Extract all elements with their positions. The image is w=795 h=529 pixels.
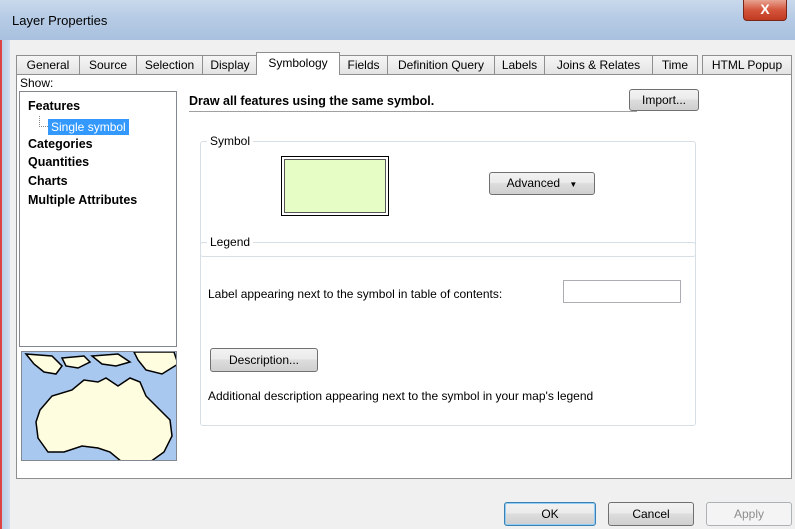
tree-item-categories[interactable]: Categories xyxy=(28,137,93,151)
tab-symbology[interactable]: Symbology xyxy=(256,52,340,75)
symbol-fill xyxy=(284,159,386,213)
tab-time[interactable]: Time xyxy=(652,55,698,74)
description-row: Draw all features using the same symbol. xyxy=(189,94,637,112)
close-button[interactable]: X xyxy=(743,0,787,21)
australia-map-icon xyxy=(22,352,176,460)
symbology-panel: Show: Features Single symbol Categories … xyxy=(16,74,792,479)
button-bar: OK Cancel Apply xyxy=(10,482,795,529)
dropdown-arrow-icon: ▼ xyxy=(569,180,578,189)
advanced-label: Advanced xyxy=(506,176,561,190)
label-field[interactable] xyxy=(563,280,681,303)
show-tree[interactable]: Features Single symbol Categories Quanti… xyxy=(19,91,177,347)
tree-item-quantities[interactable]: Quantities xyxy=(28,155,89,169)
tab-display[interactable]: Display xyxy=(202,55,258,74)
tab-selection[interactable]: Selection xyxy=(136,55,203,74)
legend-group: Legend Label appearing next to the symbo… xyxy=(200,235,696,426)
dialog-client: General Source Selection Display Symbolo… xyxy=(10,40,795,529)
apply-button[interactable]: Apply xyxy=(706,502,792,526)
tree-item-features[interactable]: Features xyxy=(28,99,80,113)
tab-source[interactable]: Source xyxy=(79,55,137,74)
tab-strip: General Source Selection Display Symbolo… xyxy=(16,52,792,75)
label-prompt: Label appearing next to the symbol in ta… xyxy=(208,287,503,301)
symbol-group-label: Symbol xyxy=(207,134,254,148)
tab-general[interactable]: General xyxy=(16,55,80,74)
window-left-frame xyxy=(0,40,10,529)
additional-description-text: Additional description appearing next to… xyxy=(208,389,594,403)
tab-definition-query[interactable]: Definition Query xyxy=(387,55,495,74)
tree-item-charts[interactable]: Charts xyxy=(28,174,68,188)
tab-labels[interactable]: Labels xyxy=(494,55,545,74)
window-title: Layer Properties xyxy=(12,13,108,28)
tree-item-multiple-attributes[interactable]: Multiple Attributes xyxy=(28,193,137,207)
advanced-button[interactable]: Advanced ▼ xyxy=(489,172,595,195)
symbol-group: Symbol Advanced ▼ xyxy=(200,134,696,257)
map-preview-image xyxy=(21,351,177,461)
tab-fields[interactable]: Fields xyxy=(339,55,388,74)
title-bar: Layer Properties X xyxy=(0,0,795,41)
cancel-button[interactable]: Cancel xyxy=(608,502,694,526)
tree-connector xyxy=(39,116,48,127)
legend-group-label: Legend xyxy=(207,235,254,249)
show-label: Show: xyxy=(20,76,54,90)
tree-item-single-symbol[interactable]: Single symbol xyxy=(48,119,129,135)
renderer-description: Draw all features using the same symbol. xyxy=(189,94,435,108)
tab-joins-relates[interactable]: Joins & Relates xyxy=(544,55,653,74)
description-button[interactable]: Description... xyxy=(210,348,318,372)
close-icon: X xyxy=(760,1,770,17)
tab-html-popup[interactable]: HTML Popup xyxy=(702,55,792,74)
ok-button[interactable]: OK xyxy=(504,502,596,526)
symbol-swatch[interactable] xyxy=(281,156,389,216)
import-button[interactable]: Import... xyxy=(629,89,699,111)
